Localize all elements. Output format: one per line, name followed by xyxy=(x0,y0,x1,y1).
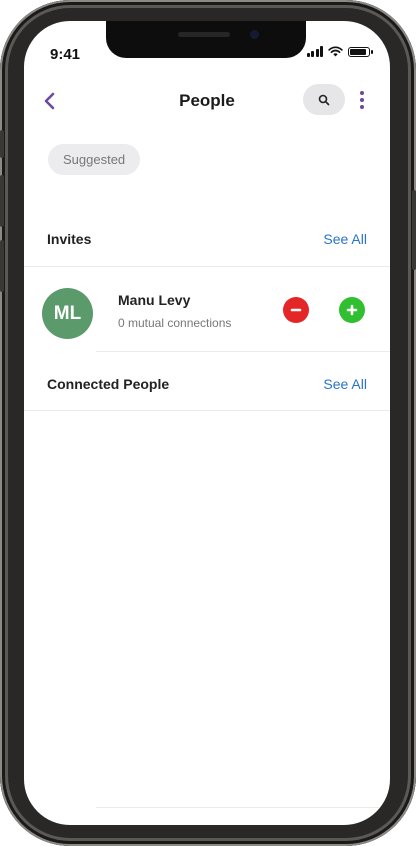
divider xyxy=(24,410,390,411)
search-button[interactable] xyxy=(303,84,345,115)
notch xyxy=(106,21,306,58)
cellular-signal-icon xyxy=(306,46,323,57)
screen: 9:41 People Suggested Invites See All ML… xyxy=(24,21,390,825)
search-icon xyxy=(318,94,330,105)
accept-invite-button[interactable] xyxy=(339,297,365,323)
more-vertical-icon[interactable] xyxy=(355,89,369,111)
status-time: 9:41 xyxy=(50,46,81,63)
volume-down-button xyxy=(0,240,4,292)
decline-invite-button[interactable] xyxy=(283,297,309,323)
filter-chip-suggested[interactable]: Suggested xyxy=(48,144,141,175)
front-camera xyxy=(250,30,259,39)
speaker xyxy=(178,32,230,37)
divider xyxy=(96,351,390,352)
divider xyxy=(24,266,390,267)
power-button xyxy=(412,190,416,270)
status-icons xyxy=(306,46,373,57)
wifi-icon xyxy=(328,46,343,57)
volume-up-button xyxy=(0,175,4,227)
connected-people-title: Connected People xyxy=(47,376,170,392)
invite-mutual-connections: 0 mutual connections xyxy=(118,316,232,330)
mute-switch xyxy=(0,130,4,158)
battery-icon xyxy=(348,46,373,57)
divider xyxy=(96,807,390,808)
invites-title: Invites xyxy=(47,231,92,247)
invite-name: Manu Levy xyxy=(118,292,191,308)
plus-icon xyxy=(346,304,358,316)
app-header: People xyxy=(24,83,390,127)
minus-icon xyxy=(290,308,302,312)
avatar: ML xyxy=(42,288,93,339)
connected-see-all-link[interactable]: See All xyxy=(323,376,367,392)
invites-see-all-link[interactable]: See All xyxy=(323,231,367,247)
